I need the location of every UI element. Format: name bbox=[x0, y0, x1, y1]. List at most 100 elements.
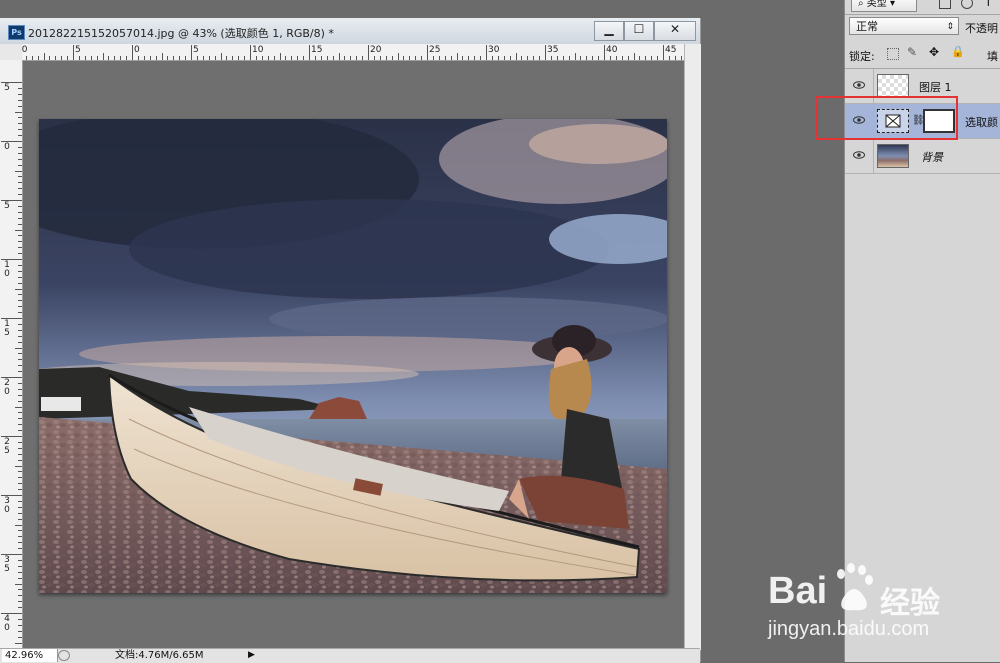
ruler-tick bbox=[18, 341, 22, 343]
ruler-tick bbox=[102, 53, 104, 60]
ruler-tick bbox=[18, 559, 22, 561]
ruler-label: 1 0 bbox=[4, 260, 10, 279]
eye-icon[interactable] bbox=[853, 79, 865, 91]
ruler-tick bbox=[18, 459, 22, 461]
ruler-tick bbox=[49, 56, 51, 60]
ruler-tick bbox=[18, 418, 22, 420]
ruler-tick bbox=[18, 424, 22, 426]
lock-move-icon[interactable]: ✥ bbox=[929, 45, 939, 59]
ruler-tick bbox=[208, 56, 210, 60]
ruler-tick bbox=[18, 483, 22, 485]
ruler-tick bbox=[132, 45, 133, 60]
ruler-tick bbox=[615, 56, 617, 60]
ruler-tick bbox=[18, 607, 22, 609]
ruler-tick bbox=[18, 99, 22, 101]
canvas-area[interactable] bbox=[23, 61, 684, 648]
ruler-tick bbox=[18, 624, 22, 626]
filter-type-select[interactable]: ⌕ 类型 ▾ bbox=[851, 0, 917, 12]
lock-all-icon[interactable]: 🔒 bbox=[951, 45, 965, 58]
ruler-tick bbox=[556, 56, 558, 60]
ruler-tick bbox=[96, 56, 98, 60]
ruler-tick bbox=[362, 56, 364, 60]
ruler-tick bbox=[18, 182, 22, 184]
ruler-tick bbox=[18, 589, 22, 591]
filter-text-icon[interactable]: T bbox=[985, 0, 992, 9]
ruler-origin[interactable] bbox=[0, 44, 23, 61]
vertical-scrollbar[interactable] bbox=[684, 44, 701, 650]
filter-pixel-icon[interactable] bbox=[939, 0, 951, 9]
ruler-tick bbox=[468, 56, 470, 60]
ruler-tick bbox=[18, 477, 22, 479]
ruler-tick bbox=[521, 56, 523, 60]
document-window: Ps 201282215152057014.jpg @ 43% (选取颜色 1,… bbox=[0, 18, 701, 663]
ruler-tick bbox=[18, 241, 22, 243]
fill-label[interactable]: 填 bbox=[987, 48, 998, 64]
eye-icon[interactable] bbox=[853, 149, 865, 161]
ruler-tick bbox=[18, 353, 22, 355]
layer-row-background[interactable]: 背景 bbox=[845, 139, 1000, 174]
ruler-tick bbox=[18, 601, 22, 603]
ruler-tick bbox=[18, 595, 22, 597]
ruler-label: 25 bbox=[429, 45, 441, 55]
blend-mode-select[interactable]: 正常 ⇕ bbox=[849, 17, 959, 35]
ruler-tick bbox=[415, 56, 417, 60]
filter-adjustment-icon[interactable] bbox=[961, 0, 973, 9]
minimize-button[interactable]: ▁ bbox=[594, 21, 624, 41]
ruler-tick bbox=[1, 377, 22, 378]
ruler-tick bbox=[18, 329, 22, 331]
watermark-brand-suffix: 经验 bbox=[880, 586, 940, 621]
ruler-tick bbox=[438, 56, 440, 60]
ruler-tick bbox=[18, 93, 22, 95]
ruler-tick bbox=[527, 56, 529, 60]
ruler-tick bbox=[31, 56, 33, 60]
ruler-tick bbox=[663, 45, 664, 60]
ruler-tick bbox=[285, 56, 287, 60]
ruler-tick bbox=[255, 56, 257, 60]
photoshop-icon: Ps bbox=[8, 25, 25, 40]
ruler-tick bbox=[18, 223, 22, 225]
lock-transparency-icon[interactable] bbox=[887, 48, 899, 60]
vertical-ruler[interactable]: 5 0 5 1 0 1 5 2 0 2 5 3 0 3 5 4 0 bbox=[0, 60, 23, 648]
horizontal-ruler[interactable]: 10505101520253035404550 bbox=[22, 44, 684, 61]
status-info-icon[interactable] bbox=[58, 650, 70, 661]
ruler-tick bbox=[214, 56, 216, 60]
ruler-tick bbox=[226, 56, 228, 60]
ruler-tick bbox=[598, 56, 600, 60]
baidu-watermark: Bai 经验 jingyan.baidu.com bbox=[762, 560, 997, 650]
ruler-tick bbox=[474, 56, 476, 60]
status-menu-arrow-icon[interactable]: ▶ bbox=[248, 650, 255, 660]
ruler-tick bbox=[604, 45, 605, 60]
zoom-level-field[interactable]: 42.96% bbox=[2, 649, 58, 662]
ruler-tick bbox=[18, 211, 22, 213]
ruler-label: 45 bbox=[665, 45, 677, 55]
ruler-tick bbox=[18, 188, 22, 190]
opacity-label[interactable]: 不透明 bbox=[965, 20, 998, 36]
ruler-tick bbox=[250, 45, 251, 60]
ruler-tick bbox=[18, 253, 22, 255]
ruler-tick bbox=[149, 56, 151, 60]
ruler-tick bbox=[497, 56, 499, 60]
ruler-tick bbox=[18, 506, 22, 508]
ruler-tick bbox=[303, 56, 305, 60]
ruler-label: 3 0 bbox=[4, 496, 10, 515]
lock-brush-icon[interactable]: ✎ bbox=[907, 45, 917, 59]
ruler-tick bbox=[18, 382, 22, 384]
ruler-tick bbox=[309, 45, 310, 60]
lock-bar: 锁定: ✎ ✥ 🔒 填 bbox=[845, 42, 1000, 69]
ruler-tick bbox=[43, 53, 45, 60]
ruler-tick bbox=[67, 56, 69, 60]
document-titlebar[interactable]: Ps 201282215152057014.jpg @ 43% (选取颜色 1,… bbox=[0, 18, 700, 45]
ruler-tick bbox=[18, 164, 22, 166]
ruler-tick bbox=[15, 524, 22, 526]
ruler-tick bbox=[320, 56, 322, 60]
ruler-tick bbox=[680, 56, 682, 60]
close-button[interactable]: ✕ bbox=[654, 21, 696, 41]
ruler-tick bbox=[155, 56, 157, 60]
ruler-tick bbox=[232, 56, 234, 60]
layer-thumbnail bbox=[877, 74, 909, 98]
ruler-tick bbox=[409, 56, 411, 60]
ruler-label: 30 bbox=[488, 45, 500, 55]
maximize-button[interactable]: ☐ bbox=[624, 21, 654, 41]
ruler-tick bbox=[143, 56, 145, 60]
ruler-tick bbox=[432, 56, 434, 60]
